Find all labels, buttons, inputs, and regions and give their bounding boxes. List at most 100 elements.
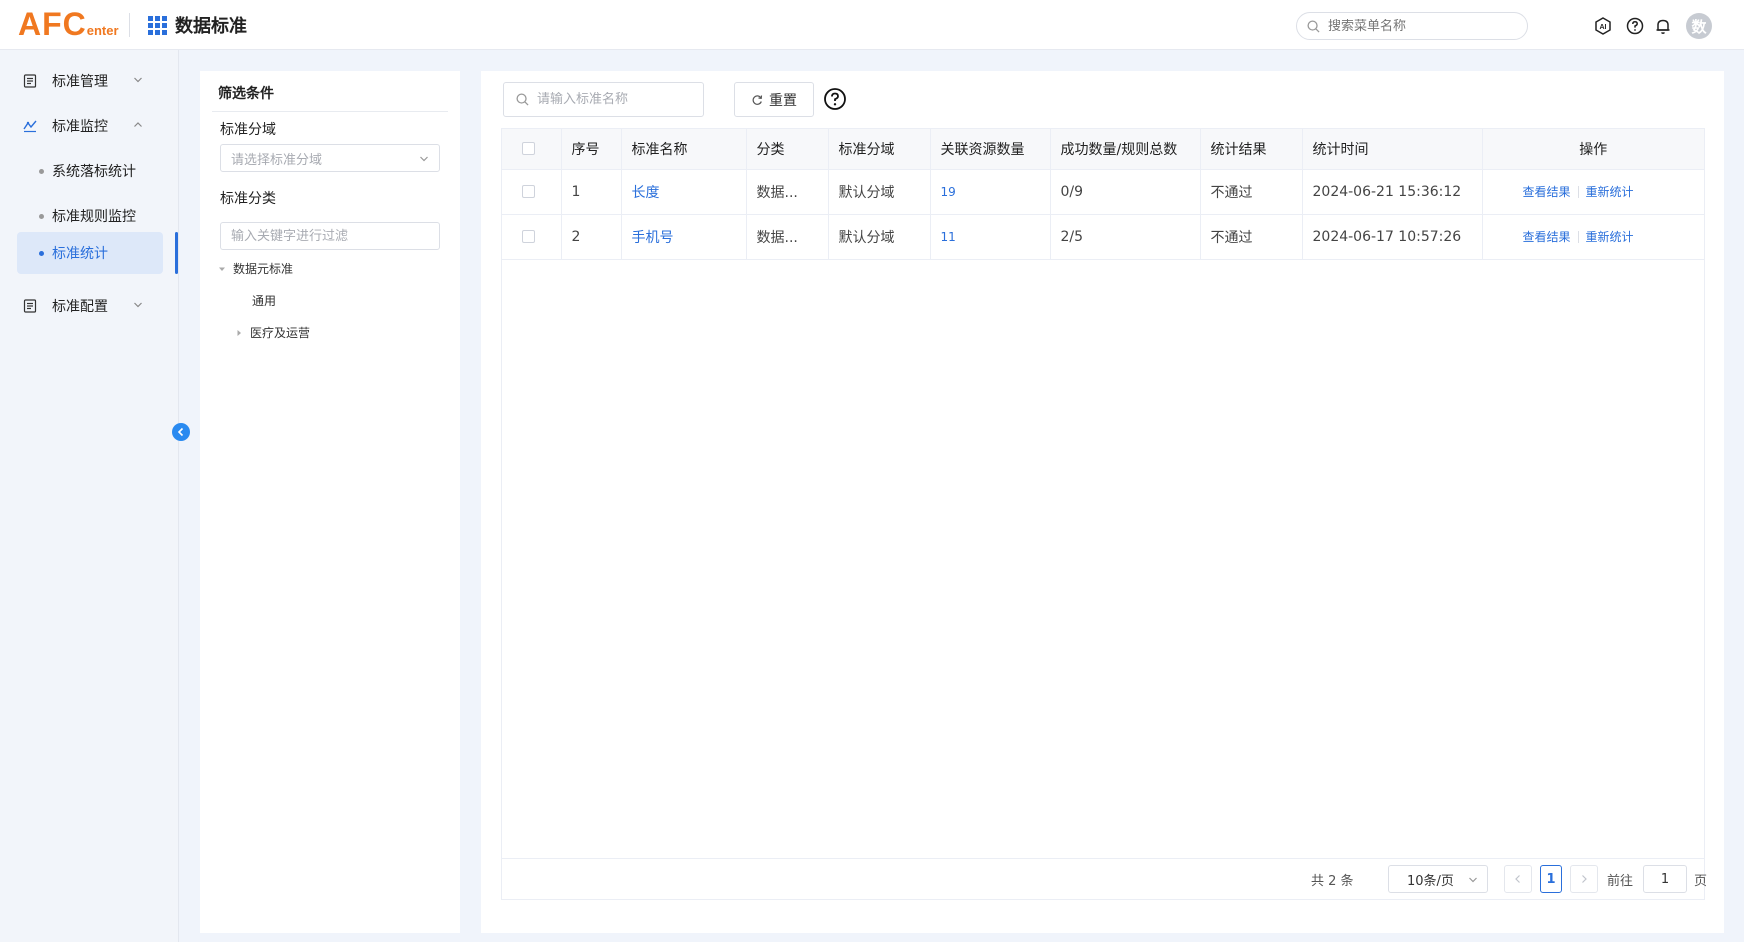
search-icon (1307, 19, 1320, 33)
tree-node-label: 通用 (252, 294, 277, 308)
sidebar-collapse-button[interactable] (172, 423, 190, 441)
bullet-dot (39, 213, 44, 219)
view-result-link[interactable]: 查看结果 (1523, 185, 1571, 199)
filter-panel: 筛选条件 标准分域 请选择标准分域 标准分类 数据元标准 通用 医疗及运营 (200, 71, 460, 933)
select-all-checkbox[interactable] (522, 142, 535, 156)
standard-name-input[interactable] (537, 92, 697, 107)
chevron-up-icon (134, 122, 142, 127)
domain-select-placeholder: 请选择标准分域 (231, 152, 323, 168)
reset-button-label: 重置 (769, 92, 797, 109)
sidebar-item-standard-management[interactable]: 标准管理 (17, 60, 163, 102)
filter-divider (212, 111, 448, 112)
standard-name-search[interactable] (503, 82, 704, 117)
standard-name-link[interactable]: 长度 (632, 185, 660, 201)
chevron-left-icon (1515, 875, 1520, 883)
tree-node-data-element[interactable]: 数据元标准 (218, 260, 293, 277)
document-icon (23, 74, 37, 88)
column-header: 操作 (1482, 129, 1704, 170)
ai-icon[interactable]: AI (1594, 17, 1612, 35)
sidebar-item-standard-monitoring[interactable]: 标准监控 (17, 105, 163, 147)
menu-search-box[interactable] (1296, 12, 1528, 40)
chevron-down-icon (134, 77, 142, 83)
caret-right-icon (237, 329, 241, 336)
goto-page-input[interactable] (1643, 865, 1687, 893)
help-circle-icon[interactable] (823, 87, 847, 111)
menu-search-input[interactable] (1328, 18, 1508, 34)
page-number-button[interactable]: 1 (1540, 865, 1562, 893)
column-header: 序号 (561, 129, 622, 170)
chevron-down-icon (134, 302, 142, 308)
table-row: 1 长度 数据... 默认分域 19 0/9 不通过 2024-06-21 15… (502, 169, 1704, 215)
chevron-left-icon (177, 427, 184, 437)
rerun-stats-link[interactable]: 重新统计 (1586, 185, 1634, 199)
standard-name-link[interactable]: 手机号 (632, 230, 674, 246)
chevron-down-icon (1469, 877, 1477, 883)
bell-icon[interactable] (1654, 17, 1672, 35)
app-grid-icon[interactable] (148, 15, 167, 35)
monitor-icon (23, 120, 37, 133)
row-time: 2024-06-21 15:36:12 (1302, 169, 1483, 215)
column-header: 标准名称 (621, 129, 747, 170)
active-indicator (175, 232, 178, 274)
sidebar-item-rule-monitoring[interactable]: 标准规则监控 (17, 195, 163, 237)
column-header: 统计时间 (1302, 129, 1483, 170)
row-category: 数据... (746, 169, 829, 215)
table-header-row: 序号 标准名称 分类 标准分域 关联资源数量 成功数量/规则总数 统计结果 统计… (502, 129, 1704, 170)
tree-node-medical-ops[interactable]: 医疗及运营 (235, 324, 310, 341)
reset-button[interactable]: 重置 (734, 82, 814, 117)
afcenter-logo[interactable]: AFC enter (18, 6, 119, 42)
help-icon[interactable] (1626, 17, 1644, 35)
sidebar-item-label: 标准统计 (52, 246, 108, 262)
category-label: 标准分类 (220, 191, 276, 207)
row-success-ratio: 2/5 (1050, 214, 1201, 260)
app-title[interactable]: 数据标准 (148, 12, 247, 38)
resource-count-link[interactable]: 11 (941, 230, 956, 244)
goto-label: 前往 (1607, 874, 1634, 889)
resource-count-link[interactable]: 19 (941, 185, 956, 199)
sidebar-item-standard-stats[interactable]: 标准统计 (17, 232, 163, 274)
statistics-table: 序号 标准名称 分类 标准分域 关联资源数量 成功数量/规则总数 统计结果 统计… (501, 128, 1705, 900)
domain-select[interactable]: 请选择标准分域 (220, 144, 440, 172)
column-header: 统计结果 (1200, 129, 1303, 170)
app-title-text: 数据标准 (175, 16, 247, 37)
view-result-link[interactable]: 查看结果 (1523, 230, 1571, 244)
column-header: 标准分域 (828, 129, 931, 170)
main-panel: 重置 序号 标准名称 分类 标准分域 关联资源数量 成功数量/规则总数 统计结果… (481, 71, 1724, 933)
top-header: AFC enter 数据标准 AI 数 (0, 0, 1744, 50)
row-index: 2 (561, 214, 622, 260)
row-domain: 默认分域 (828, 214, 931, 260)
user-avatar[interactable]: 数 (1686, 13, 1712, 39)
prev-page-button[interactable] (1504, 865, 1532, 893)
sidebar: 标准管理 标准监控 系统落标统计 标准规则监控 标准统计 标准配置 (0, 50, 179, 942)
header-divider (129, 13, 130, 37)
row-result: 不通过 (1200, 169, 1303, 215)
logo-text: AFC (18, 6, 87, 42)
row-category: 数据... (746, 214, 829, 260)
sidebar-item-standard-config[interactable]: 标准配置 (17, 285, 163, 327)
tree-node-general[interactable]: 通用 (252, 292, 276, 309)
row-time: 2024-06-17 10:57:26 (1302, 214, 1483, 260)
page-size-select[interactable]: 10条/页 (1388, 865, 1488, 893)
bullet-dot (39, 168, 44, 174)
sidebar-item-label: 标准管理 (52, 74, 108, 90)
row-result: 不通过 (1200, 214, 1303, 260)
op-divider (1577, 186, 1579, 198)
rerun-stats-link[interactable]: 重新统计 (1586, 230, 1634, 244)
category-keyword-input[interactable] (220, 222, 440, 250)
sidebar-item-label: 标准监控 (52, 119, 108, 135)
sidebar-item-system-standard-stats[interactable]: 系统落标统计 (17, 150, 163, 192)
column-header: 成功数量/规则总数 (1050, 129, 1201, 170)
row-index: 1 (561, 169, 622, 215)
column-header: 分类 (746, 129, 829, 170)
row-domain: 默认分域 (828, 169, 931, 215)
filter-title: 筛选条件 (218, 86, 274, 102)
search-icon (516, 93, 529, 106)
row-checkbox[interactable] (522, 230, 535, 243)
domain-label: 标准分域 (220, 122, 276, 138)
op-divider (1577, 231, 1579, 243)
next-page-button[interactable] (1570, 865, 1598, 893)
tree-node-label: 数据元标准 (233, 262, 294, 276)
row-checkbox[interactable] (522, 185, 535, 198)
tree-node-label: 医疗及运营 (250, 326, 311, 340)
bullet-dot (39, 250, 44, 256)
